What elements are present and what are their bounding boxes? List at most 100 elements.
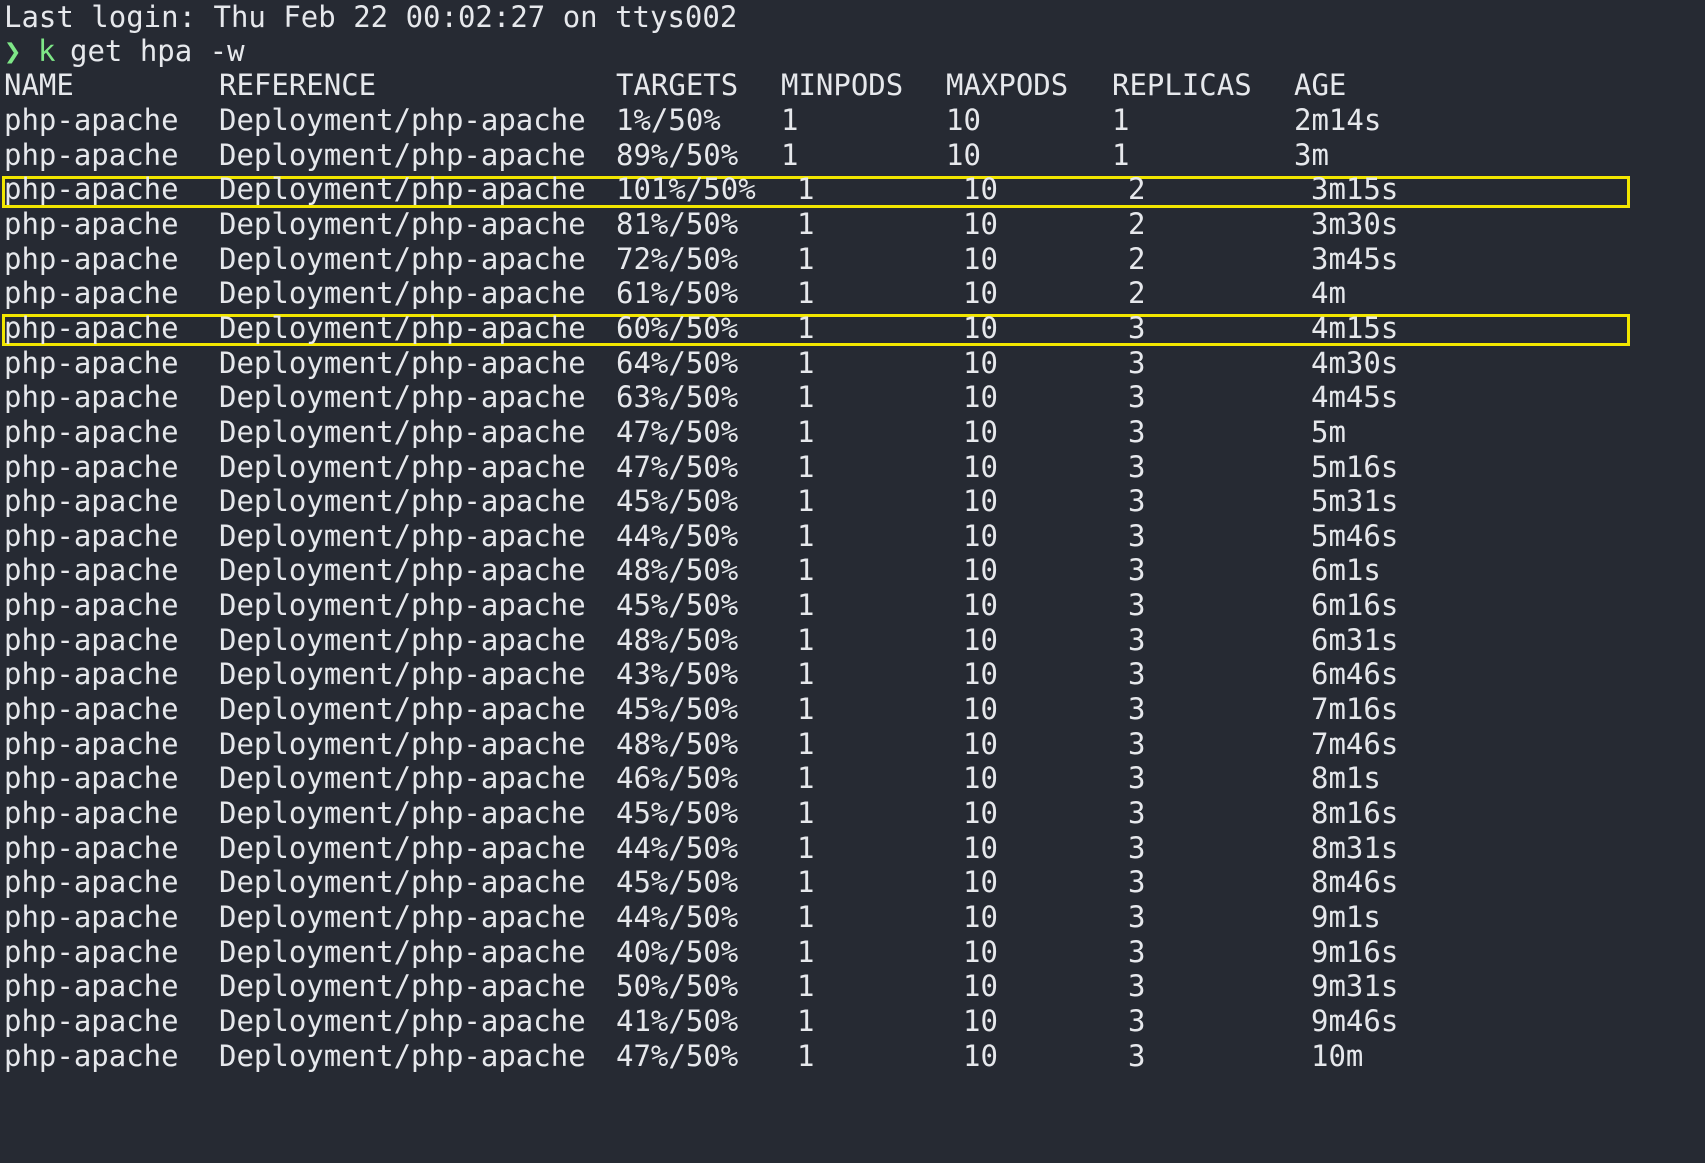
cell-reference: Deployment/php-apache xyxy=(219,449,586,484)
cell-targets: 44%/50% xyxy=(616,899,739,934)
table-row: php-apache Deployment/php-apache 47%/50% 1 1… xyxy=(0,1037,1705,1075)
cell-reference: Deployment/php-apache xyxy=(219,726,586,761)
cell-replicas: 2 xyxy=(1128,241,1146,276)
cell-targets: 45%/50% xyxy=(616,588,739,623)
cell-replicas: 2 xyxy=(1128,172,1146,207)
cell-replicas: 3 xyxy=(1128,761,1146,796)
cell-age: 3m15s xyxy=(1311,172,1399,207)
cell-targets: 72%/50% xyxy=(616,241,739,276)
cell-age: 7m46s xyxy=(1311,726,1399,761)
cell-reference: Deployment/php-apache xyxy=(219,969,586,1004)
cell-targets: 45%/50% xyxy=(616,692,739,727)
cell-targets: 41%/50% xyxy=(616,1003,739,1038)
cell-age: 10m xyxy=(1311,1038,1364,1073)
cell-maxpods: 10 xyxy=(963,969,998,1004)
cell-age: 3m30s xyxy=(1311,206,1399,241)
command-alias: k xyxy=(38,34,56,68)
cell-minpods: 1 xyxy=(797,380,815,415)
cell-reference: Deployment/php-apache xyxy=(219,241,586,276)
cell-age: 8m16s xyxy=(1311,796,1399,830)
cell-targets: 47%/50% xyxy=(616,1038,739,1073)
cell-name: php-apache xyxy=(4,484,179,519)
cell-reference: Deployment/php-apache xyxy=(219,518,586,553)
cell-minpods: 1 xyxy=(797,414,815,449)
cell-replicas: 3 xyxy=(1128,1003,1146,1038)
cell-maxpods: 10 xyxy=(963,796,998,830)
prompt-line: ❯ k get hpa -w xyxy=(0,32,1705,70)
cell-reference: Deployment/php-apache xyxy=(219,553,586,588)
table-row: php-apache Deployment/php-apache 45%/50% 1 1… xyxy=(0,794,1705,832)
cell-targets: 46%/50% xyxy=(616,761,739,796)
cell-replicas: 3 xyxy=(1128,622,1146,657)
cell-maxpods: 10 xyxy=(963,1003,998,1038)
cell-reference: Deployment/php-apache xyxy=(219,137,586,172)
cell-replicas: 3 xyxy=(1128,484,1146,519)
cell-targets: 47%/50% xyxy=(616,414,739,449)
cell-targets: 63%/50% xyxy=(616,380,739,415)
cell-minpods: 1 xyxy=(797,796,815,830)
cell-minpods: 1 xyxy=(797,345,815,380)
cell-minpods: 1 xyxy=(781,137,799,172)
cell-reference: Deployment/php-apache xyxy=(219,588,586,623)
cell-targets: 48%/50% xyxy=(616,726,739,761)
table-row: php-apache Deployment/php-apache 101%/50% 1… xyxy=(0,170,1705,208)
table-row: php-apache Deployment/php-apache 44%/50% 1 1… xyxy=(0,829,1705,867)
terminal-window[interactable]: Last login: Thu Feb 22 00:02:27 on ttys0… xyxy=(0,0,1705,1163)
table-row: php-apache Deployment/php-apache 45%/50% 1 1… xyxy=(0,863,1705,901)
table-row: php-apache Deployment/php-apache 60%/50% 1 1… xyxy=(0,309,1705,347)
cell-name: php-apache xyxy=(4,137,179,172)
cell-replicas: 3 xyxy=(1128,692,1146,727)
cell-minpods: 1 xyxy=(797,934,815,969)
cell-maxpods: 10 xyxy=(963,588,998,623)
cell-maxpods: 10 xyxy=(963,761,998,796)
cell-age: 9m31s xyxy=(1311,969,1399,1004)
cell-name: php-apache xyxy=(4,1003,179,1038)
table-row: php-apache Deployment/php-apache 47%/50% 1 1… xyxy=(0,448,1705,486)
cell-age: 6m46s xyxy=(1311,657,1399,692)
header-name: NAME xyxy=(4,68,74,102)
header-replicas: REPLICAS xyxy=(1112,68,1252,102)
cell-minpods: 1 xyxy=(797,553,815,588)
cell-reference: Deployment/php-apache xyxy=(219,1038,586,1073)
cell-age: 2m14s xyxy=(1294,103,1382,137)
cell-targets: 61%/50% xyxy=(616,276,739,311)
cell-name: php-apache xyxy=(4,172,179,207)
cell-reference: Deployment/php-apache xyxy=(219,796,586,830)
cell-minpods: 1 xyxy=(797,172,815,207)
cell-maxpods: 10 xyxy=(946,103,981,137)
table-row: php-apache Deployment/php-apache 40%/50% 1 1… xyxy=(0,933,1705,971)
cell-maxpods: 10 xyxy=(963,518,998,553)
cell-replicas: 3 xyxy=(1128,518,1146,553)
cell-reference: Deployment/php-apache xyxy=(219,622,586,657)
cell-age: 6m16s xyxy=(1311,588,1399,623)
cell-name: php-apache xyxy=(4,657,179,692)
cell-replicas: 1 xyxy=(1112,103,1130,137)
cell-replicas: 3 xyxy=(1128,449,1146,484)
cell-replicas: 1 xyxy=(1112,137,1130,172)
cell-minpods: 1 xyxy=(797,899,815,934)
cell-name: php-apache xyxy=(4,761,179,796)
cell-targets: 45%/50% xyxy=(616,796,739,830)
cell-minpods: 1 xyxy=(797,1038,815,1073)
cell-targets: 81%/50% xyxy=(616,206,739,241)
cell-maxpods: 10 xyxy=(963,241,998,276)
table-row: php-apache Deployment/php-apache 41%/50% 1 1… xyxy=(0,1002,1705,1040)
header-reference: REFERENCE xyxy=(219,68,377,102)
cell-replicas: 3 xyxy=(1128,899,1146,934)
table-row: php-apache Deployment/php-apache 61%/50% 1 1… xyxy=(0,274,1705,312)
cell-name: php-apache xyxy=(4,899,179,934)
cell-age: 3m45s xyxy=(1311,241,1399,276)
table-row: php-apache Deployment/php-apache 48%/50% 1 1… xyxy=(0,621,1705,659)
cell-name: php-apache xyxy=(4,830,179,865)
table-row: php-apache Deployment/php-apache 50%/50% 1 1… xyxy=(0,967,1705,1005)
cell-maxpods: 10 xyxy=(963,657,998,692)
cell-name: php-apache xyxy=(4,1038,179,1073)
header-targets: TARGETS xyxy=(616,68,739,102)
table-row: php-apache Deployment/php-apache 44%/50% 1 1… xyxy=(0,898,1705,936)
cell-maxpods: 10 xyxy=(963,553,998,588)
last-login-text: Last login: Thu Feb 22 00:02:27 on ttys0… xyxy=(4,0,738,34)
cell-name: php-apache xyxy=(4,796,179,830)
cell-reference: Deployment/php-apache xyxy=(219,172,586,207)
cell-targets: 48%/50% xyxy=(616,553,739,588)
cell-targets: 48%/50% xyxy=(616,622,739,657)
